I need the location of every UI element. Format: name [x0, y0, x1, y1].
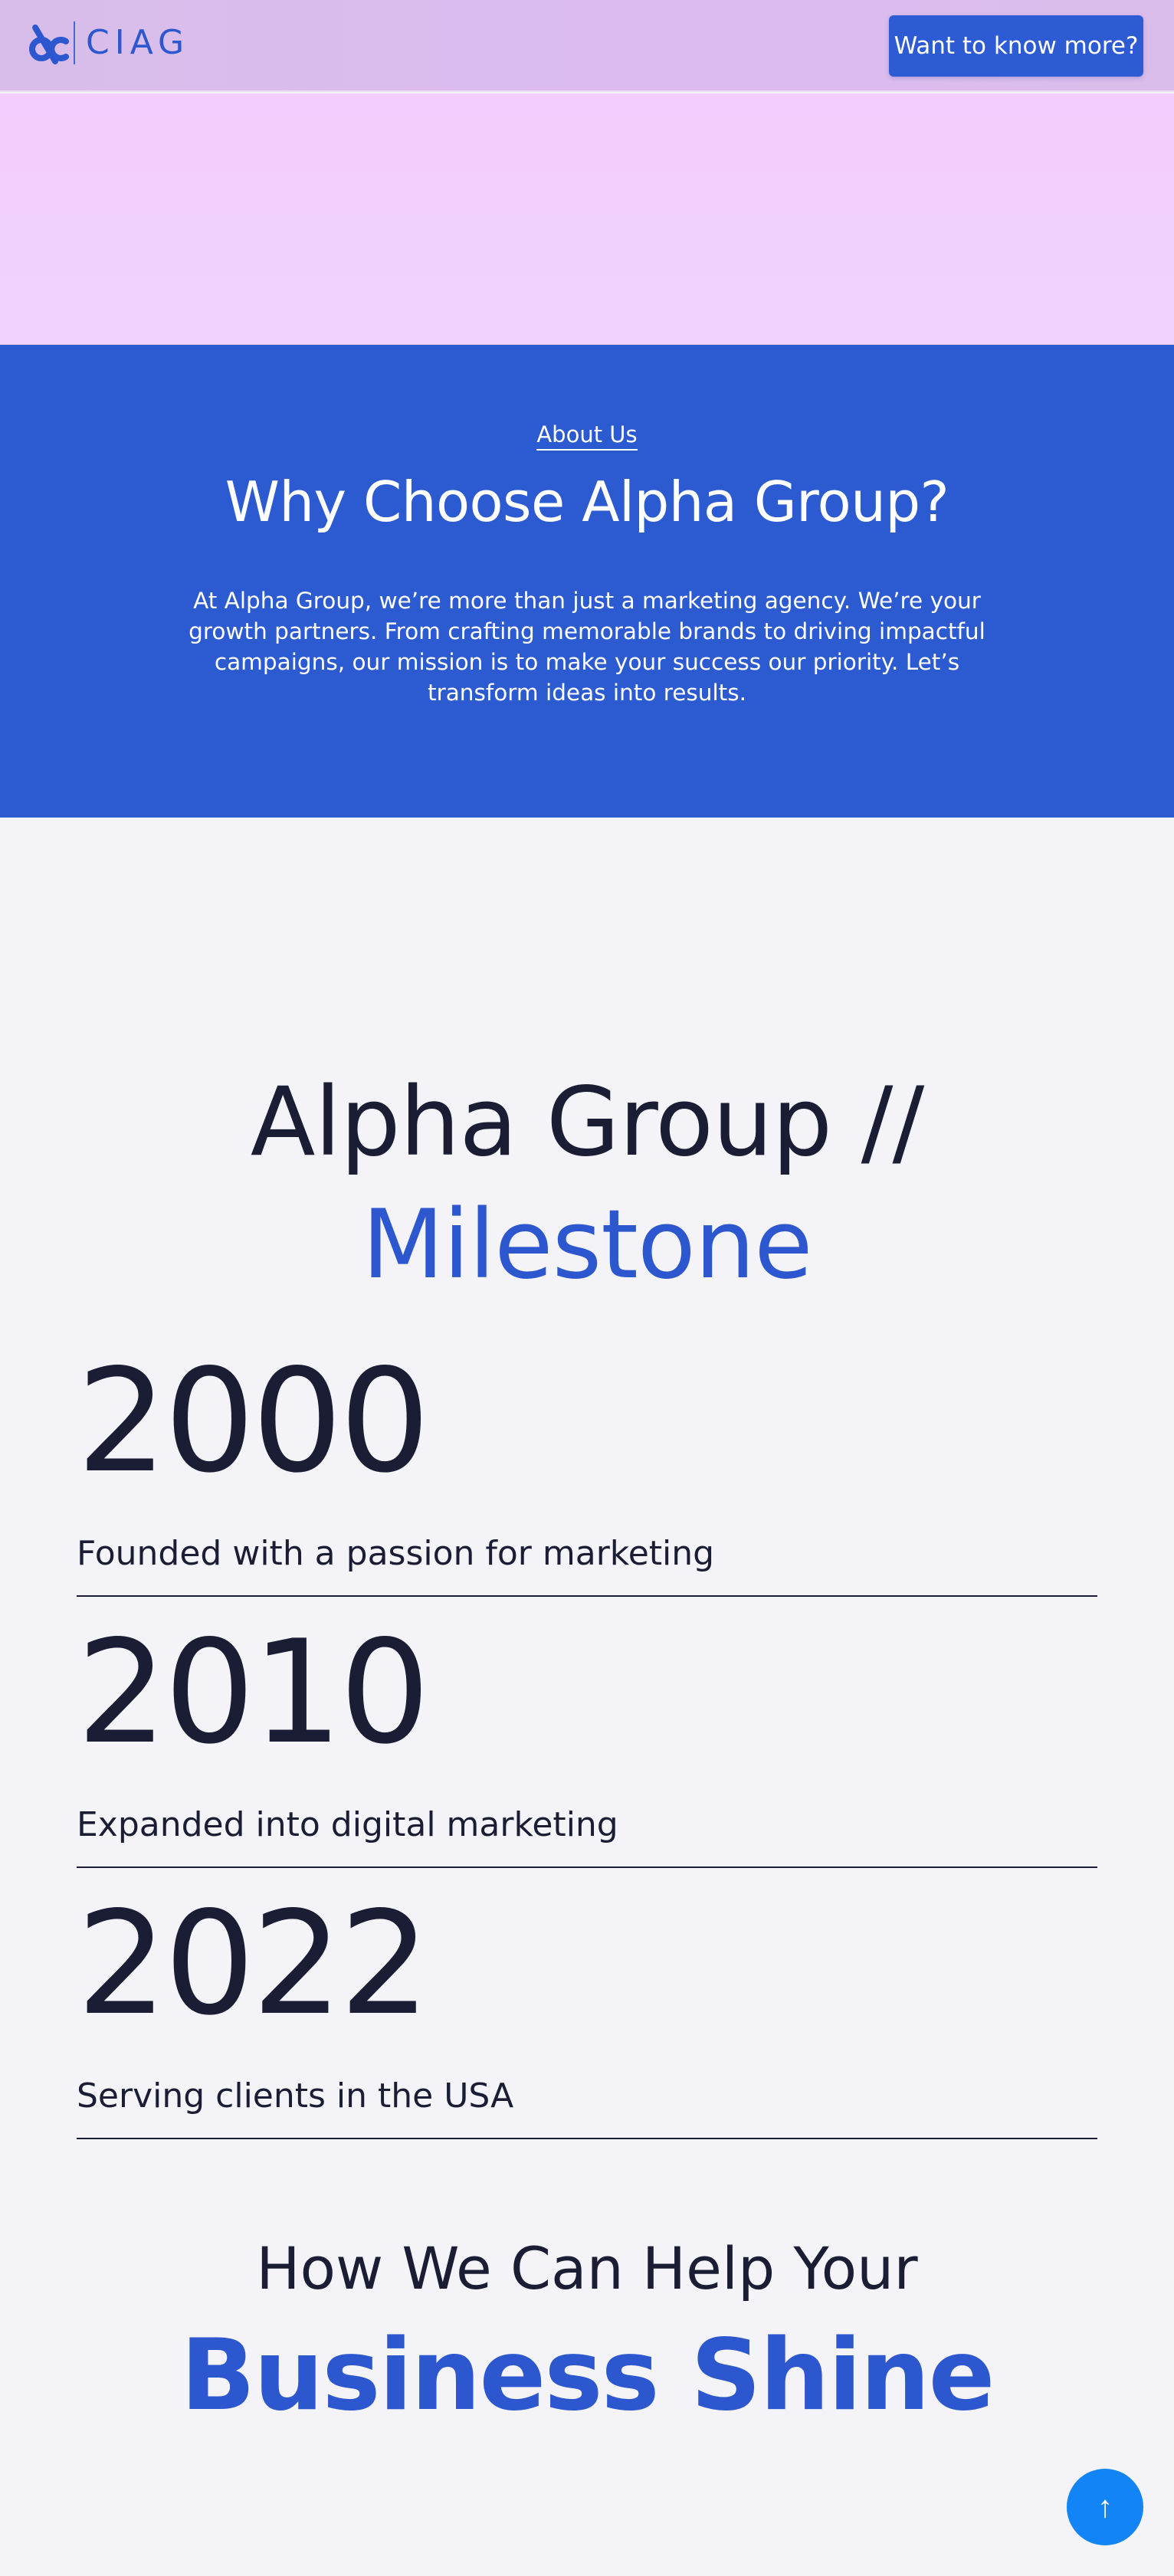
about-us-link[interactable]: About Us [536, 421, 638, 451]
milestone-description: Founded with a passion for marketing [77, 1534, 715, 1573]
logo-text: CIAG [86, 23, 190, 62]
about-section: About Us Why Choose Alpha Group? At Alph… [0, 345, 1174, 818]
hero-banner [0, 93, 1174, 345]
logo-divider [74, 21, 75, 64]
logo-mark-icon [29, 25, 69, 64]
help-heading: How We Can Help Your [256, 2234, 918, 2302]
arrow-up-icon: ↑ [1097, 2489, 1113, 2524]
help-heading-highlight: Business Shine [180, 2319, 995, 2433]
milestones-title: Alpha Group // [250, 1067, 924, 1178]
milestone-year: 2000 [77, 1338, 430, 1504]
site-header: CIAG Want to know more? [0, 0, 1174, 92]
milestone-description: Serving clients in the USA [77, 2076, 514, 2116]
scroll-to-top-button[interactable]: ↑ [1067, 2469, 1143, 2545]
milestone-item: 2022 Serving clients in the USA [77, 1891, 1097, 2139]
milestone-description: Expanded into digital marketing [77, 1805, 618, 1844]
about-eyebrow: About Us [0, 421, 1174, 451]
about-body: At Alpha Group, we’re more than just a m… [189, 588, 985, 706]
milestone-item: 2010 Expanded into digital marketing [77, 1620, 1097, 1868]
milestone-year: 2010 [77, 1609, 430, 1775]
logo[interactable]: CIAG [28, 18, 189, 67]
milestone-year: 2022 [77, 1880, 430, 2047]
want-to-know-more-button[interactable]: Want to know more? [889, 15, 1143, 77]
milestone-item: 2000 Founded with a passion for marketin… [77, 1349, 1097, 1597]
milestones-subtitle: Milestone [362, 1190, 812, 1300]
about-title: Why Choose Alpha Group? [225, 470, 949, 534]
